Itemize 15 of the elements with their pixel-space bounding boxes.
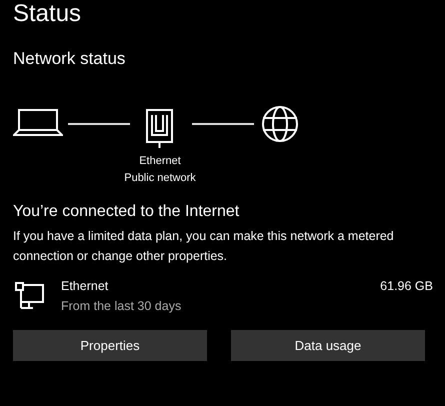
globe-icon [261, 105, 299, 143]
connection-description: If you have a limited data plan, you can make this network a metered connection or change other properties. [13, 228, 395, 265]
action-button[interactable]: Data usage [231, 330, 425, 361]
monitor-icon [15, 282, 45, 310]
page-title: Status [13, 0, 82, 29]
adapter-name: Ethernet [61, 278, 110, 295]
section-title: Network status [13, 49, 126, 69]
adapter-label: Ethernet [139, 154, 181, 169]
laptop-icon [13, 109, 63, 137]
network-profile-label: Public network [124, 171, 196, 186]
action-button[interactable]: Properties [13, 330, 207, 361]
ethernet-port-icon [146, 109, 174, 149]
usage-amount: 61.96 GB [380, 278, 433, 295]
usage-period: From the last 30 days [61, 298, 182, 315]
connection-heading: You’re connected to the Internet [13, 203, 240, 221]
